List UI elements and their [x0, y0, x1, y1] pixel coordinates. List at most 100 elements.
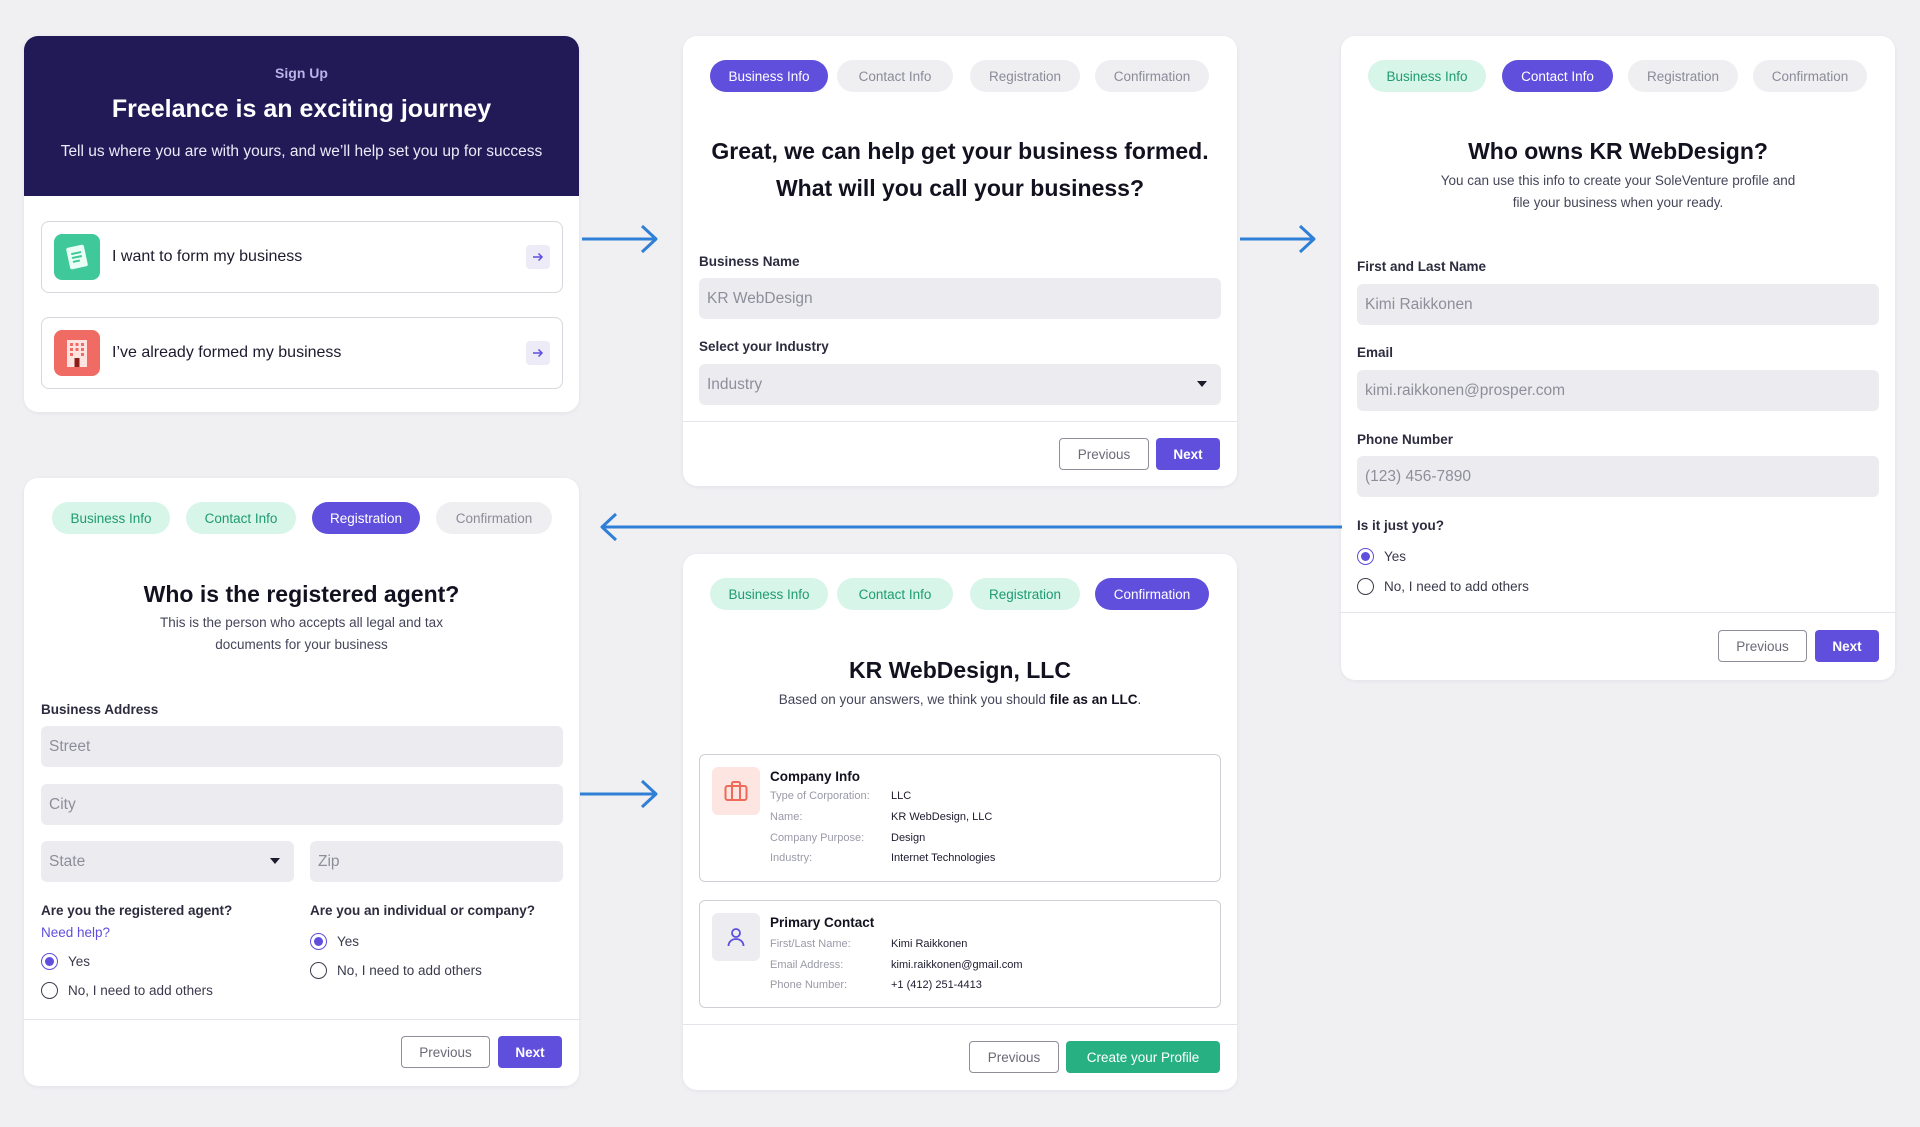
- company-row-value: Internet Technologies: [891, 852, 996, 864]
- tab-registration[interactable]: Registration: [970, 60, 1080, 92]
- footer-divider: [683, 1024, 1237, 1025]
- footer-divider: [24, 1019, 579, 1020]
- contact-row-key: First/Last Name:: [770, 938, 851, 950]
- state-select[interactable]: State: [41, 841, 294, 882]
- entity-no-option[interactable]: No, I need to add others: [310, 962, 482, 979]
- document-icon: [54, 234, 100, 280]
- tab-contact-info[interactable]: Contact Info: [837, 60, 953, 92]
- company-row-value: KR WebDesign, LLC: [891, 811, 993, 823]
- phone-input[interactable]: (123) 456-7890: [1357, 456, 1879, 497]
- contact-row-value: +1 (412) 251-4413: [891, 979, 982, 991]
- formed-business-option[interactable]: I’ve already formed my business: [41, 317, 563, 389]
- company-row: Type of Corporation: LLC: [770, 790, 911, 802]
- contact-row-value: kimi.raikkonen@gmail.com: [891, 959, 1023, 971]
- city-input[interactable]: City: [41, 784, 563, 825]
- form-business-label: I want to form my business: [112, 248, 303, 265]
- form-business-option[interactable]: I want to form my business: [41, 221, 563, 293]
- yes-label: Yes: [68, 954, 91, 969]
- tab-confirmation[interactable]: Confirmation: [1095, 60, 1209, 92]
- contact-info-card: Business Info Contact Info Registration …: [1341, 36, 1895, 680]
- previous-button[interactable]: Previous: [1718, 630, 1807, 662]
- company-row-key: Company Purpose:: [770, 832, 865, 844]
- tab-registration[interactable]: Registration: [1628, 60, 1738, 92]
- full-name-input[interactable]: Kimi Raikkonen: [1357, 284, 1879, 325]
- contact-row: Phone Number: +1 (412) 251-4413: [770, 979, 982, 991]
- page-subtitle-line1: This is the person who accepts all legal…: [160, 615, 443, 630]
- next-button[interactable]: Next: [1156, 438, 1220, 470]
- entity-yes-option[interactable]: Yes: [310, 933, 359, 950]
- tab-contact-info[interactable]: Contact Info: [186, 502, 296, 534]
- flow-arrow-right-icon: [580, 779, 658, 809]
- industry-label: Select your Industry: [699, 339, 829, 354]
- agent-yes-option[interactable]: Yes: [41, 953, 90, 970]
- street-input[interactable]: Street: [41, 726, 563, 767]
- industry-select[interactable]: Industry: [699, 364, 1221, 405]
- next-button[interactable]: Next: [1815, 630, 1879, 662]
- page-title: KR WebDesign, LLC: [849, 657, 1071, 683]
- contact-row-key: Phone Number:: [770, 979, 848, 991]
- company-row: Industry: Internet Technologies: [770, 852, 995, 864]
- chevron-down-icon: [1197, 381, 1207, 387]
- page-subtitle-line2: documents for your business: [215, 637, 388, 652]
- company-info-title: Company Info: [770, 769, 860, 784]
- tab-contact-info[interactable]: Contact Info: [1502, 60, 1613, 92]
- signup-eyebrow: Sign Up: [275, 65, 328, 81]
- tab-confirmation[interactable]: Confirmation: [1095, 578, 1209, 610]
- tab-business-info[interactable]: Business Info: [52, 502, 170, 534]
- just-you-yes-option[interactable]: Yes: [1357, 548, 1406, 565]
- contact-row: Email Address: kimi.raikkonen@gmail.com: [770, 959, 1023, 971]
- state-select-value: State: [49, 852, 86, 870]
- business-name-input[interactable]: KR WebDesign: [699, 278, 1221, 319]
- just-you-no-option[interactable]: No, I need to add others: [1357, 578, 1529, 595]
- signup-subtitle: Tell us where you are with yours, and we…: [60, 143, 543, 160]
- yes-label: Yes: [337, 934, 360, 949]
- business-name-label: Business Name: [699, 254, 800, 269]
- tab-business-info[interactable]: Business Info: [710, 60, 828, 92]
- tab-business-info[interactable]: Business Info: [1368, 60, 1486, 92]
- flow-arrow-left-icon: [600, 512, 1342, 542]
- need-help-link[interactable]: Need help?: [41, 925, 110, 940]
- page-subtitle-line2: file your business when your ready.: [1512, 195, 1724, 210]
- create-profile-button[interactable]: Create your Profile: [1066, 1041, 1220, 1073]
- tab-confirmation[interactable]: Confirmation: [1753, 60, 1867, 92]
- contact-row: First/Last Name: Kimi Raikkonen: [770, 938, 967, 950]
- next-button[interactable]: Next: [498, 1036, 562, 1068]
- arrow-right-icon: [526, 341, 550, 365]
- page-title-line2: What will you call your business?: [775, 175, 1145, 201]
- radio-selected-icon: [310, 933, 327, 950]
- page-title: Who is the registered agent?: [143, 581, 460, 607]
- page-title-line1: Great, we can help get your business for…: [711, 138, 1209, 164]
- tab-registration[interactable]: Registration: [970, 578, 1080, 610]
- tab-contact-info[interactable]: Contact Info: [837, 578, 953, 610]
- agent-question: Are you the registered agent?: [41, 903, 233, 918]
- previous-button[interactable]: Previous: [969, 1041, 1059, 1073]
- signup-card: Sign Up Freelance is an exciting journey…: [24, 36, 579, 412]
- company-row-key: Type of Corporation:: [770, 790, 870, 802]
- registration-card: Business Info Contact Info Registration …: [24, 478, 579, 1086]
- company-row-value: Design: [891, 832, 926, 844]
- radio-selected-icon: [41, 953, 58, 970]
- flow-arrow-right-icon: [582, 224, 658, 254]
- company-row-value: LLC: [891, 790, 912, 802]
- primary-contact-title: Primary Contact: [770, 915, 875, 930]
- footer-divider: [1341, 612, 1895, 613]
- contact-row-value: Kimi Raikkonen: [891, 938, 968, 950]
- agent-no-option[interactable]: No, I need to add others: [41, 982, 213, 999]
- arrow-right-icon: [526, 245, 550, 269]
- page-title: Who owns KR WebDesign?: [1468, 138, 1768, 164]
- signup-title: Freelance is an exciting journey: [111, 95, 492, 123]
- previous-button[interactable]: Previous: [401, 1036, 490, 1068]
- tab-business-info[interactable]: Business Info: [710, 578, 828, 610]
- zip-input[interactable]: Zip: [310, 841, 563, 882]
- formed-business-label: I’ve already formed my business: [112, 344, 342, 361]
- tab-confirmation[interactable]: Confirmation: [436, 502, 552, 534]
- no-label: No, I need to add others: [1384, 579, 1529, 594]
- email-input[interactable]: kimi.raikkonen@prosper.com: [1357, 370, 1879, 411]
- footer-divider: [683, 421, 1237, 422]
- tab-registration[interactable]: Registration: [312, 502, 420, 534]
- contact-row-key: Email Address:: [770, 959, 844, 971]
- previous-button[interactable]: Previous: [1059, 438, 1149, 470]
- subtitle-emphasis: file as an LLC: [1049, 692, 1138, 707]
- subtitle-period: .: [1137, 692, 1142, 707]
- no-label: No, I need to add others: [337, 963, 482, 978]
